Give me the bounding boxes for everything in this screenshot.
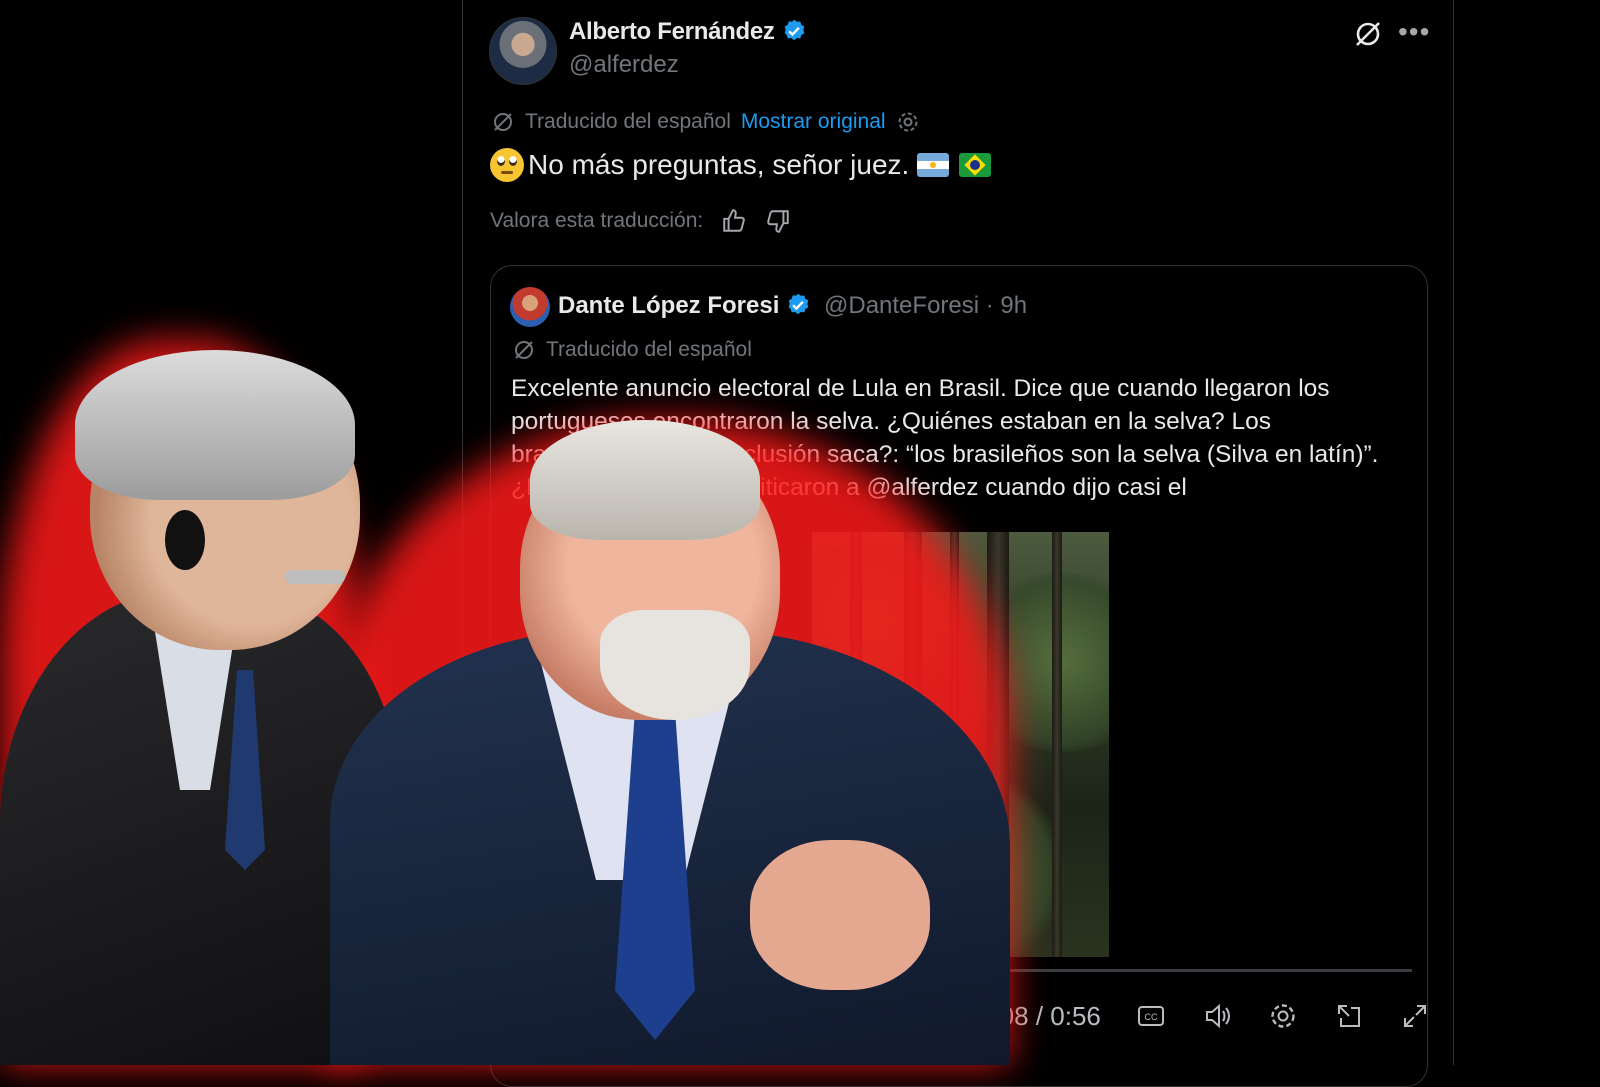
thumbs-up-icon[interactable] [721,208,747,234]
translation-row: Traducido del español Mostrar original [491,110,920,134]
quoted-body-line: Excelente anuncio electoral de Lula en B… [511,375,1330,402]
quoted-time[interactable]: · 9h [986,292,1027,319]
author-avatar[interactable] [489,17,557,85]
video-controls: 0:08 / 0:56 CC [978,1000,1431,1032]
quoted-translated-label: Traducido del español [546,338,752,361]
quoted-author-handle[interactable]: @DanteForesi [824,292,979,319]
more-icon[interactable]: ••• [1398,16,1430,48]
quoted-author-name-text[interactable]: Dante López Foresi [558,292,779,319]
show-original-link[interactable]: Mostrar original [741,110,886,134]
thumbs-down-icon[interactable] [765,208,791,234]
author-name-text[interactable]: Alberto Fernández [569,18,775,45]
rate-label: Valora esta traducción: [490,209,704,232]
tweet-text: No más preguntas, señor juez. [490,148,992,182]
eye-roll-emoji-icon [490,148,524,182]
person-right [330,420,1010,1065]
brazil-flag-icon [959,153,992,177]
rate-translation-row: Valora esta traducción: [490,208,791,234]
verified-badge-icon [789,293,809,315]
settings-icon[interactable] [896,110,920,134]
gear-icon[interactable] [1267,1000,1299,1032]
quoted-author-avatar[interactable] [510,287,550,327]
author-name[interactable]: Alberto Fernández [569,18,807,46]
fullscreen-icon[interactable] [1399,1000,1431,1032]
verified-badge-icon [784,19,804,41]
quoted-translation-row: Traducido del español [512,338,752,362]
tweet-text-body: No más preguntas, señor juez. [528,149,910,180]
volume-icon[interactable] [1201,1000,1233,1032]
quoted-author-meta: @DanteForesi · 9h [824,292,1027,320]
svg-text:CC: CC [1144,1012,1157,1022]
author-handle[interactable]: @alferdez [569,51,679,79]
captions-icon[interactable]: CC [1135,1000,1167,1032]
quoted-author-name[interactable]: Dante López Foresi [558,292,811,320]
translated-label: Traducido del español [525,110,731,133]
translate-icon [494,113,512,131]
argentina-flag-icon [917,153,950,177]
pip-icon[interactable] [1333,1000,1365,1032]
grok-icon[interactable] [1352,18,1384,50]
